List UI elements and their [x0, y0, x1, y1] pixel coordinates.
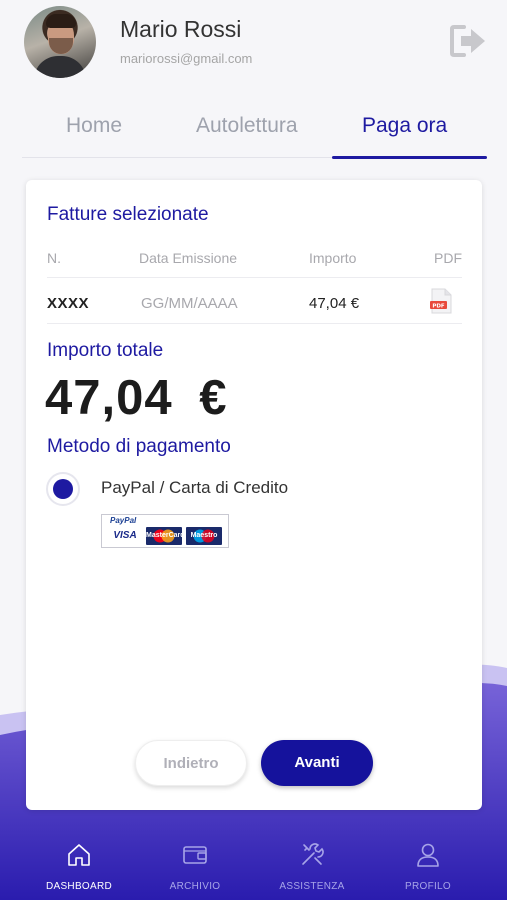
- next-button[interactable]: Avanti: [261, 740, 373, 786]
- tab-bar: Home Autolettura Paga ora: [22, 104, 487, 159]
- nav-assistenza[interactable]: ASSISTENZA: [257, 828, 367, 900]
- maestro-logo: Maestro: [186, 527, 222, 545]
- wallet-icon: [183, 846, 207, 864]
- nav-label-archivio: ARCHIVIO: [169, 881, 221, 892]
- column-header-pdf: PDF: [434, 250, 462, 266]
- mastercard-logo: MasterCard: [146, 527, 185, 545]
- invoice-number: XXXX: [47, 295, 90, 312]
- nav-label-profilo: PROFILO: [405, 881, 451, 892]
- visa-logo: VISA: [108, 527, 142, 545]
- selected-invoices-title: Fatture selezionate: [47, 204, 209, 225]
- action-buttons: Indietro Avanti: [26, 740, 482, 790]
- total-amount: 47,04 €: [45, 371, 228, 425]
- column-header-date: Data Emissione: [139, 250, 238, 266]
- avatar[interactable]: [24, 6, 96, 78]
- logout-icon[interactable]: [449, 24, 487, 58]
- pdf-file-icon[interactable]: PDF: [430, 288, 452, 314]
- invoices-table: N. Data Emissione Importo PDF XXXX GG/MM…: [47, 246, 462, 324]
- payment-option-paypal[interactable]: PayPal / Carta di Credito: [46, 468, 346, 508]
- invoice-amount: 47,04 €: [309, 295, 360, 312]
- column-header-amount: Importo: [309, 250, 357, 266]
- invoice-date: GG/MM/AAAA: [141, 295, 238, 312]
- profile-header: Mario Rossi mariorossi@gmail.com: [0, 0, 507, 95]
- bottom-navigation: DASHBOARD ARCHIVIO ASSISTENZA PROFILO: [0, 828, 507, 900]
- active-tab-indicator: [332, 156, 487, 159]
- visa-logo-text: VISA: [113, 530, 137, 541]
- svg-text:PDF: PDF: [432, 303, 445, 309]
- tab-paga-ora[interactable]: Paga ora: [362, 114, 447, 138]
- tab-autolettura[interactable]: Autolettura: [196, 114, 298, 138]
- maestro-logo-text: Maestro: [190, 532, 218, 539]
- nav-label-assistenza: ASSISTENZA: [279, 881, 345, 892]
- total-amount-label: Importo totale: [47, 340, 164, 361]
- payment-option-label: PayPal / Carta di Credito: [101, 478, 289, 497]
- column-header-number: N.: [47, 250, 61, 266]
- tools-icon: [302, 843, 324, 865]
- payment-card: Fatture selezionate N. Data Emissione Im…: [26, 180, 482, 810]
- user-email: mariorossi@gmail.com: [120, 51, 253, 66]
- user-name: Mario Rossi: [120, 16, 242, 42]
- back-button[interactable]: Indietro: [135, 740, 247, 786]
- table-header: N. Data Emissione Importo PDF: [47, 246, 462, 278]
- nav-archivio[interactable]: ARCHIVIO: [140, 828, 250, 900]
- payment-radio-selected[interactable]: [46, 472, 80, 506]
- tab-home[interactable]: Home: [66, 114, 122, 138]
- user-icon: [417, 843, 439, 867]
- payment-cards-logo: PayPal VISA MasterCard Maestro: [101, 514, 229, 548]
- payment-method-title: Metodo di pagamento: [47, 436, 231, 457]
- mastercard-logo-text: MasterCard: [146, 532, 185, 539]
- home-icon: [68, 844, 90, 866]
- nav-profilo[interactable]: PROFILO: [373, 828, 483, 900]
- paypal-logo: PayPal: [110, 516, 137, 525]
- nav-dashboard[interactable]: DASHBOARD: [24, 828, 134, 900]
- table-row: XXXX GG/MM/AAAA 47,04 € PDF: [47, 278, 462, 324]
- nav-label-dashboard: DASHBOARD: [45, 881, 113, 892]
